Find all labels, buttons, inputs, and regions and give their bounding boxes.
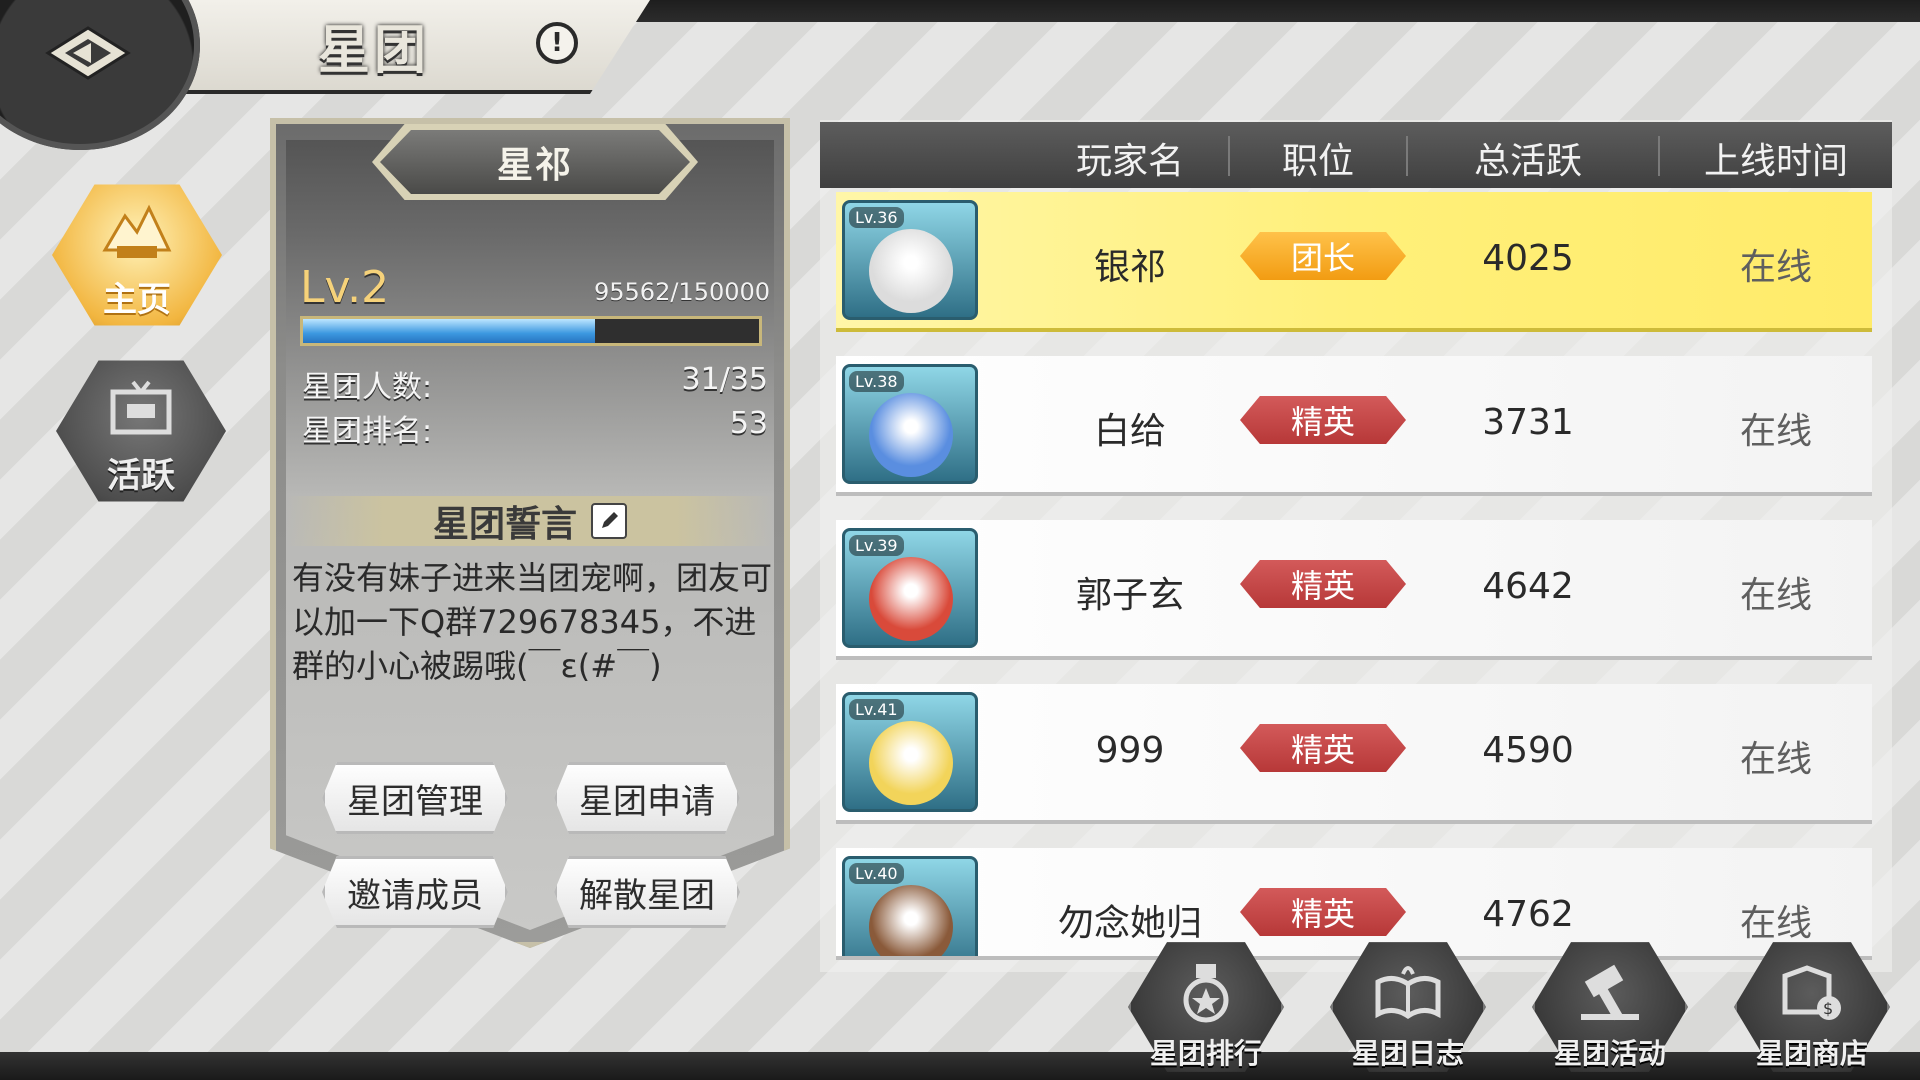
guild-manage-button[interactable]: 星团管理 [322, 762, 508, 834]
guild-events-label: 星团活动 [1553, 1037, 1666, 1070]
guild-apply-button[interactable]: 星团申请 [554, 762, 740, 834]
member-level: Lv.38 [849, 371, 904, 392]
member-activity: 4642 [1482, 566, 1574, 607]
member-activity: 4762 [1482, 894, 1574, 935]
nav-home-label: 主页 [103, 280, 171, 320]
guild-members-label: 星团人数: [302, 370, 433, 405]
motto-title: 星团誓言 [432, 504, 577, 545]
member-level: Lv.40 [849, 863, 904, 884]
position-label: 团长 [1290, 239, 1355, 277]
position-badge: 精英 [1240, 560, 1406, 608]
member-name: 郭子玄 [1075, 575, 1184, 616]
guild-shop-label: 星团商店 [1755, 1037, 1868, 1070]
guild-members-value: 31/35 [681, 362, 768, 397]
activity-icon [56, 378, 226, 440]
nav-activity-label: 活跃 [107, 456, 175, 496]
member-online-status: 在线 [1739, 739, 1812, 780]
member-row[interactable]: Lv.36 银祁 团长 4025 在线 [836, 192, 1872, 332]
back-arrow-icon [45, 26, 131, 80]
guild-events-button[interactable]: 星团活动 [1532, 938, 1688, 1076]
avatar: Lv.40 [842, 856, 978, 956]
position-label: 精英 [1290, 895, 1355, 933]
avatar-portrait [869, 229, 953, 313]
member-level: Lv.41 [849, 699, 904, 720]
edit-icon[interactable] [591, 503, 627, 539]
member-name: 白给 [1093, 411, 1166, 452]
guild-exp-text: 95562/150000 [594, 278, 771, 306]
avatar-portrait [869, 885, 953, 956]
info-icon: ! [551, 28, 563, 58]
member-name: 银祁 [1093, 247, 1166, 288]
invite-member-button[interactable]: 邀请成员 [322, 856, 508, 928]
guild-name-plate: 星祁 [380, 130, 690, 194]
position-badge: 精英 [1240, 724, 1406, 772]
medal-icon [1128, 962, 1284, 1024]
nav-activity[interactable]: 活跃 [56, 356, 226, 506]
guild-shop-button[interactable]: $ 星团商店 [1734, 938, 1890, 1076]
guild-rank-value: 53 [729, 406, 768, 441]
svg-text:$: $ [1823, 999, 1833, 1018]
member-level: Lv.39 [849, 535, 904, 556]
position-badge: 精英 [1240, 888, 1406, 936]
col-online-time: 上线时间 [1703, 141, 1848, 182]
nav-home[interactable]: 主页 [52, 180, 222, 330]
member-activity: 3731 [1482, 402, 1574, 443]
guild-ranking-label: 星团排行 [1149, 1037, 1262, 1070]
col-position: 职位 [1281, 141, 1354, 182]
member-row[interactable]: Lv.39 郭子玄 精英 4642 在线 [836, 520, 1872, 660]
avatar: Lv.39 [842, 528, 978, 648]
guild-log-label: 星团日志 [1351, 1037, 1464, 1070]
page-title: 星团 [318, 21, 431, 81]
guild-ranking-button[interactable]: 星团排行 [1128, 938, 1284, 1076]
member-level: Lv.36 [849, 207, 904, 228]
position-badge: 精英 [1240, 396, 1406, 444]
avatar-portrait [869, 393, 953, 477]
position-label: 精英 [1290, 403, 1355, 441]
member-row[interactable]: Lv.38 白给 精英 3731 在线 [836, 356, 1872, 496]
member-activity: 4025 [1482, 238, 1574, 279]
guild-rank-label: 星团排名: [302, 414, 433, 449]
member-activity: 4590 [1482, 730, 1574, 771]
guild-exp-bar [300, 316, 762, 346]
disband-guild-button[interactable]: 解散星团 [554, 856, 740, 928]
hammer-icon [1532, 962, 1688, 1024]
guild-rank-row: 星团排名: 53 [302, 406, 768, 450]
avatar: Lv.41 [842, 692, 978, 812]
member-row[interactable]: Lv.41 999 精英 4590 在线 [836, 684, 1872, 824]
col-activity: 总活跃 [1473, 141, 1582, 182]
position-badge: 团长 [1240, 232, 1406, 280]
member-name: 999 [1095, 730, 1165, 771]
home-icon [52, 202, 222, 264]
avatar: Lv.38 [842, 364, 978, 484]
position-label: 精英 [1290, 567, 1355, 605]
guild-name: 星祁 [496, 145, 573, 186]
shop-icon: $ [1734, 962, 1890, 1024]
avatar-portrait [869, 721, 953, 805]
position-label: 精英 [1290, 731, 1355, 769]
guild-exp-fill [303, 319, 595, 343]
info-button[interactable]: ! [536, 22, 578, 64]
avatar: Lv.36 [842, 200, 978, 320]
member-online-status: 在线 [1739, 575, 1812, 616]
col-player-name: 玩家名 [1075, 141, 1184, 182]
back-button[interactable] [38, 18, 138, 88]
motto-header: 星团誓言 [286, 496, 774, 546]
guild-members-row: 星团人数: 31/35 [302, 362, 768, 406]
guild-log-button[interactable]: 星团日志 [1330, 938, 1486, 1076]
member-online-status: 在线 [1739, 411, 1812, 452]
avatar-portrait [869, 557, 953, 641]
member-online-status: 在线 [1739, 247, 1812, 288]
guild-level: Lv.2 [300, 262, 390, 313]
book-icon [1330, 962, 1486, 1024]
member-list-header: 玩家名 职位 总活跃 上线时间 [820, 122, 1892, 188]
motto-text: 有没有妹子进来当团宠啊，团友可以加一下Q群729678345，不进群的小心被踢哦… [292, 559, 773, 685]
